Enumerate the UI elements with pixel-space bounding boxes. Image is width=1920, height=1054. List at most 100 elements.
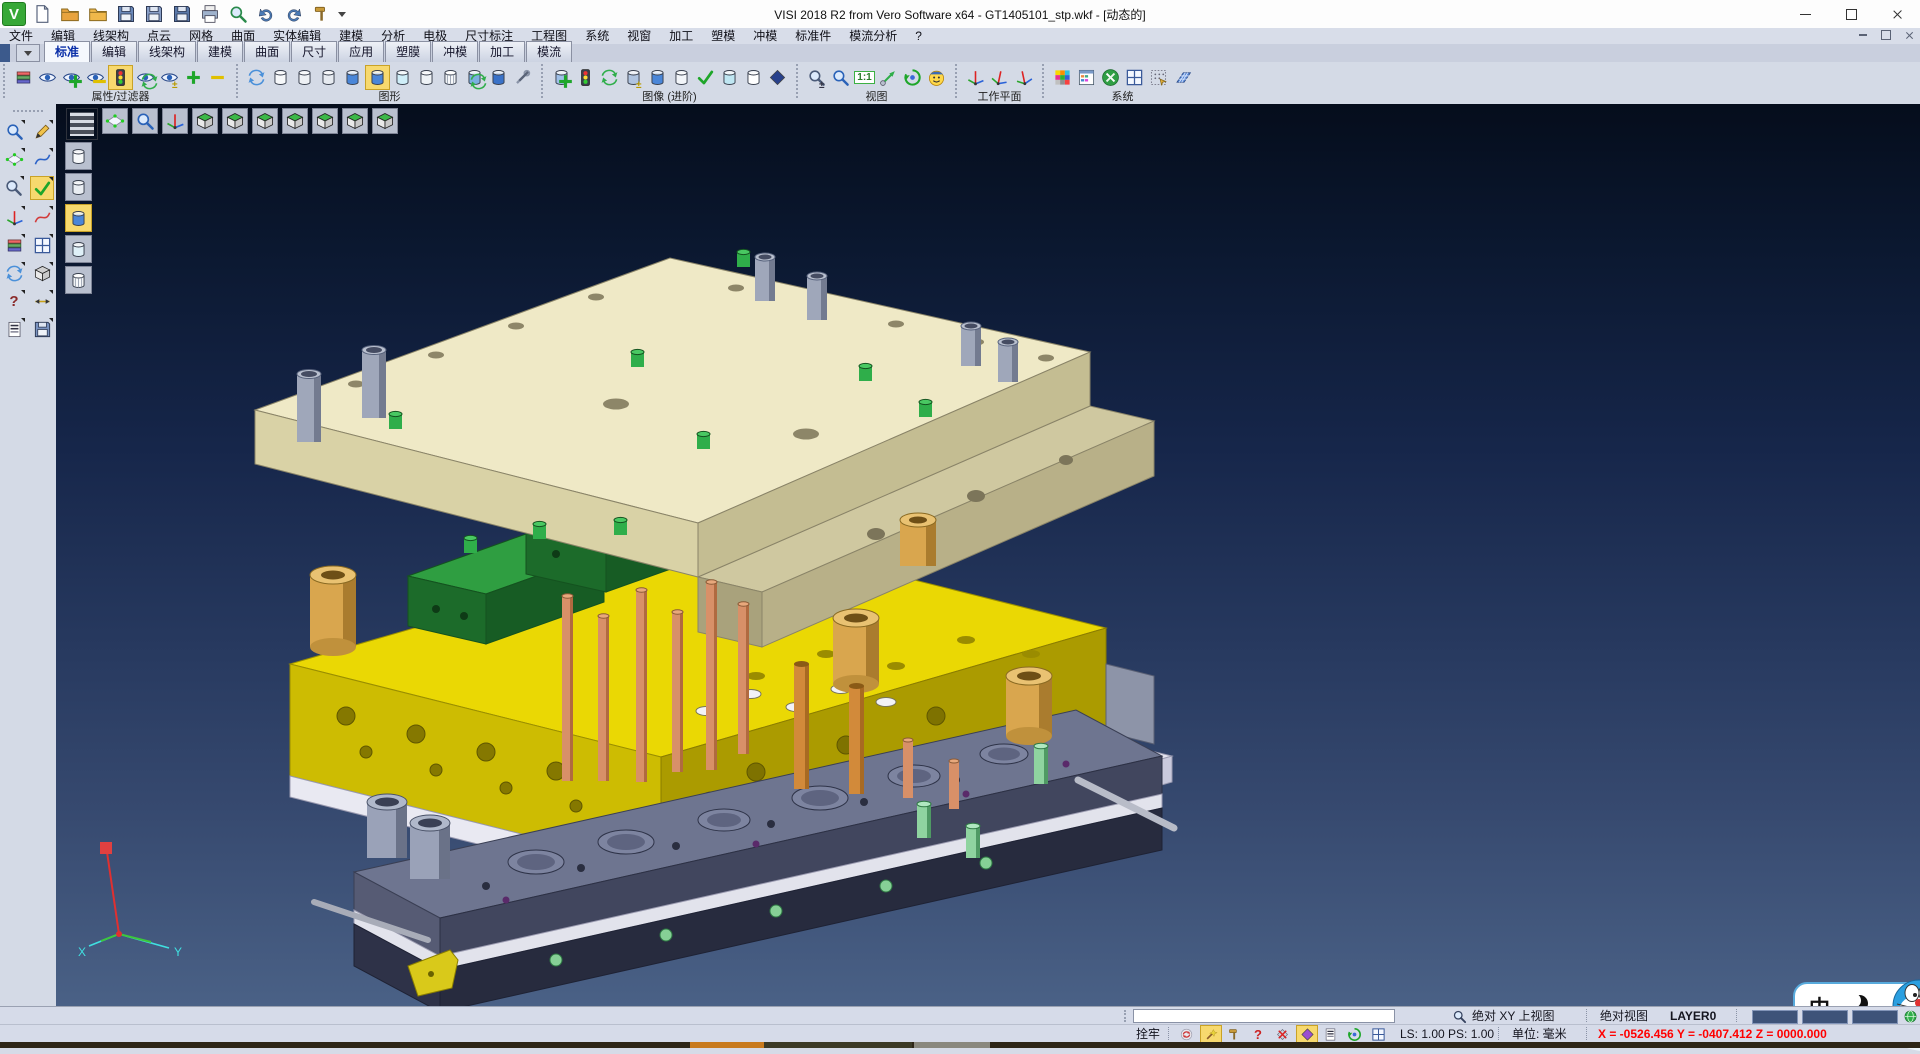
toolbar-group-handle[interactable] <box>541 64 543 98</box>
stamp-tool-icon[interactable] <box>310 2 334 26</box>
search-entity-icon[interactable] <box>3 120 25 142</box>
filter-page-icon[interactable] <box>36 66 59 89</box>
active-layer-label[interactable]: LAYER0 <box>1670 1009 1716 1023</box>
taskbar-app-segment[interactable] <box>690 1042 764 1048</box>
tab-progress[interactable]: 冲模 <box>432 41 478 62</box>
close-button[interactable] <box>1874 0 1920 28</box>
viewport-3d[interactable]: X Y 中 '。 <box>56 104 1920 1006</box>
workplane-move-icon[interactable] <box>1010 64 1037 91</box>
toolbar-group-handle[interactable] <box>1042 64 1044 98</box>
search-icon[interactable] <box>1449 1008 1469 1024</box>
tab-flow[interactable]: 模流 <box>526 41 572 62</box>
ghost-cylinder-icon[interactable] <box>415 66 438 89</box>
refresh-visibility-icon[interactable] <box>134 66 157 89</box>
globe-status-icon[interactable] <box>1900 1008 1920 1024</box>
shaded-cylinder-icon[interactable] <box>341 66 364 89</box>
open-recent-icon[interactable] <box>86 2 110 26</box>
zoom-window-icon[interactable] <box>829 66 852 89</box>
select-plane-icon[interactable] <box>3 148 25 170</box>
mold-assembly-model[interactable]: X Y <box>56 104 1920 1006</box>
recycle-shading-icon[interactable] <box>463 66 486 89</box>
print-icon[interactable] <box>198 2 222 26</box>
entity-list-icon[interactable] <box>1320 1026 1340 1042</box>
layer-manager-icon[interactable] <box>1123 66 1146 89</box>
snap-off-icon[interactable] <box>1272 1026 1292 1042</box>
construction-icon[interactable] <box>1224 1026 1244 1042</box>
zoom-all-icon[interactable]: ± <box>805 66 828 89</box>
show-all-icon[interactable] <box>182 66 205 89</box>
attribute-table-icon[interactable] <box>1075 66 1098 89</box>
rotate-view-icon[interactable] <box>901 66 924 89</box>
command-input[interactable] <box>1133 1009 1395 1023</box>
menu-progress[interactable]: 冲模 <box>744 28 786 44</box>
color-swatch-3[interactable] <box>1852 1010 1898 1024</box>
toolbar-group-handle[interactable] <box>236 64 238 98</box>
menu-mold[interactable]: 塑模 <box>702 28 744 44</box>
viewport-split-icon[interactable] <box>1368 1026 1388 1042</box>
grid-display-icon[interactable] <box>1171 66 1194 89</box>
save-all-icon[interactable] <box>170 2 194 26</box>
taskbar-segment[interactable] <box>764 1042 912 1048</box>
new-file-icon[interactable] <box>30 2 54 26</box>
open-file-icon[interactable] <box>58 2 82 26</box>
point-snap-icon[interactable] <box>1296 1025 1318 1043</box>
regen-icon[interactable] <box>245 66 268 89</box>
help-query-icon[interactable]: ? <box>3 290 25 312</box>
zoom-one-to-one-icon[interactable]: 1:1 <box>853 66 876 89</box>
menu-standard-parts[interactable]: 标准件 <box>786 28 840 44</box>
save-as-icon[interactable] <box>142 2 166 26</box>
hidden-line-cylinder-icon[interactable] <box>293 66 316 89</box>
toggle-visibility-icon[interactable]: ± <box>158 66 181 89</box>
measure-distance-icon[interactable] <box>31 290 53 312</box>
mdi-restore-icon[interactable] <box>1881 30 1891 40</box>
toolbar-drag-handle[interactable] <box>13 110 43 112</box>
menu-machining[interactable]: 加工 <box>660 28 702 44</box>
units-label[interactable]: 单位: 毫米 <box>1512 1027 1567 1041</box>
color-palette-icon[interactable] <box>1051 66 1074 89</box>
edit-curve-icon[interactable] <box>31 148 53 170</box>
color-swatch-1[interactable] <box>1752 1010 1798 1024</box>
pan-view-icon[interactable] <box>877 66 900 89</box>
hide-all-icon[interactable] <box>206 66 229 89</box>
menu-flow-analysis[interactable]: 模流分析 <box>840 28 906 44</box>
lock-label[interactable]: 拴牢 <box>1136 1027 1160 1041</box>
restore-button[interactable] <box>1828 0 1874 28</box>
undo-icon[interactable] <box>254 2 278 26</box>
menu-file[interactable]: 文件 <box>0 28 42 44</box>
tab-application[interactable]: 应用 <box>338 41 384 62</box>
minimize-button[interactable] <box>1782 0 1828 28</box>
spline-tool-icon[interactable] <box>31 206 53 228</box>
toolbar-group-handle[interactable] <box>3 64 5 98</box>
save-view-icon[interactable] <box>31 318 53 340</box>
menu-help[interactable]: ? <box>906 28 931 44</box>
absolute-view-label[interactable]: 绝对视图 <box>1600 1009 1648 1023</box>
tab-machining[interactable]: 加工 <box>479 41 525 62</box>
image-outline-icon[interactable] <box>742 66 765 89</box>
menu-system[interactable]: 系统 <box>576 28 618 44</box>
hide-remove-icon[interactable] <box>84 66 107 89</box>
transparent-cylinder-icon[interactable] <box>391 66 414 89</box>
window-view-icon[interactable] <box>31 234 53 256</box>
view-mode-label[interactable]: 绝对 XY 上视图 <box>1472 1009 1554 1023</box>
system-settings-icon[interactable] <box>1099 66 1122 89</box>
query-help-icon[interactable]: ? <box>1248 1026 1268 1042</box>
save-icon[interactable] <box>114 2 138 26</box>
image-transparent-icon[interactable] <box>718 66 741 89</box>
snap-settings-icon[interactable] <box>1147 66 1170 89</box>
move-axis-icon[interactable] <box>3 206 25 228</box>
image-refresh-icon[interactable] <box>598 66 621 89</box>
toolbar-group-handle[interactable] <box>796 64 798 98</box>
copy-image-icon[interactable] <box>550 66 573 89</box>
image-solid-icon[interactable] <box>766 66 789 89</box>
color-swatch-2[interactable] <box>1802 1010 1848 1024</box>
smart-select-icon[interactable] <box>1200 1025 1222 1043</box>
tab-modeling[interactable]: 建模 <box>197 41 243 62</box>
refresh-icon[interactable] <box>3 262 25 284</box>
tab-dimension[interactable]: 尺寸 <box>291 41 337 62</box>
image-plain-icon[interactable] <box>670 66 693 89</box>
print-preview-icon[interactable] <box>226 2 250 26</box>
attributes-icon[interactable] <box>12 66 35 89</box>
shading-settings-icon[interactable] <box>511 66 534 89</box>
tab-mold[interactable]: 塑膜 <box>385 41 431 62</box>
report-list-icon[interactable] <box>3 318 25 340</box>
